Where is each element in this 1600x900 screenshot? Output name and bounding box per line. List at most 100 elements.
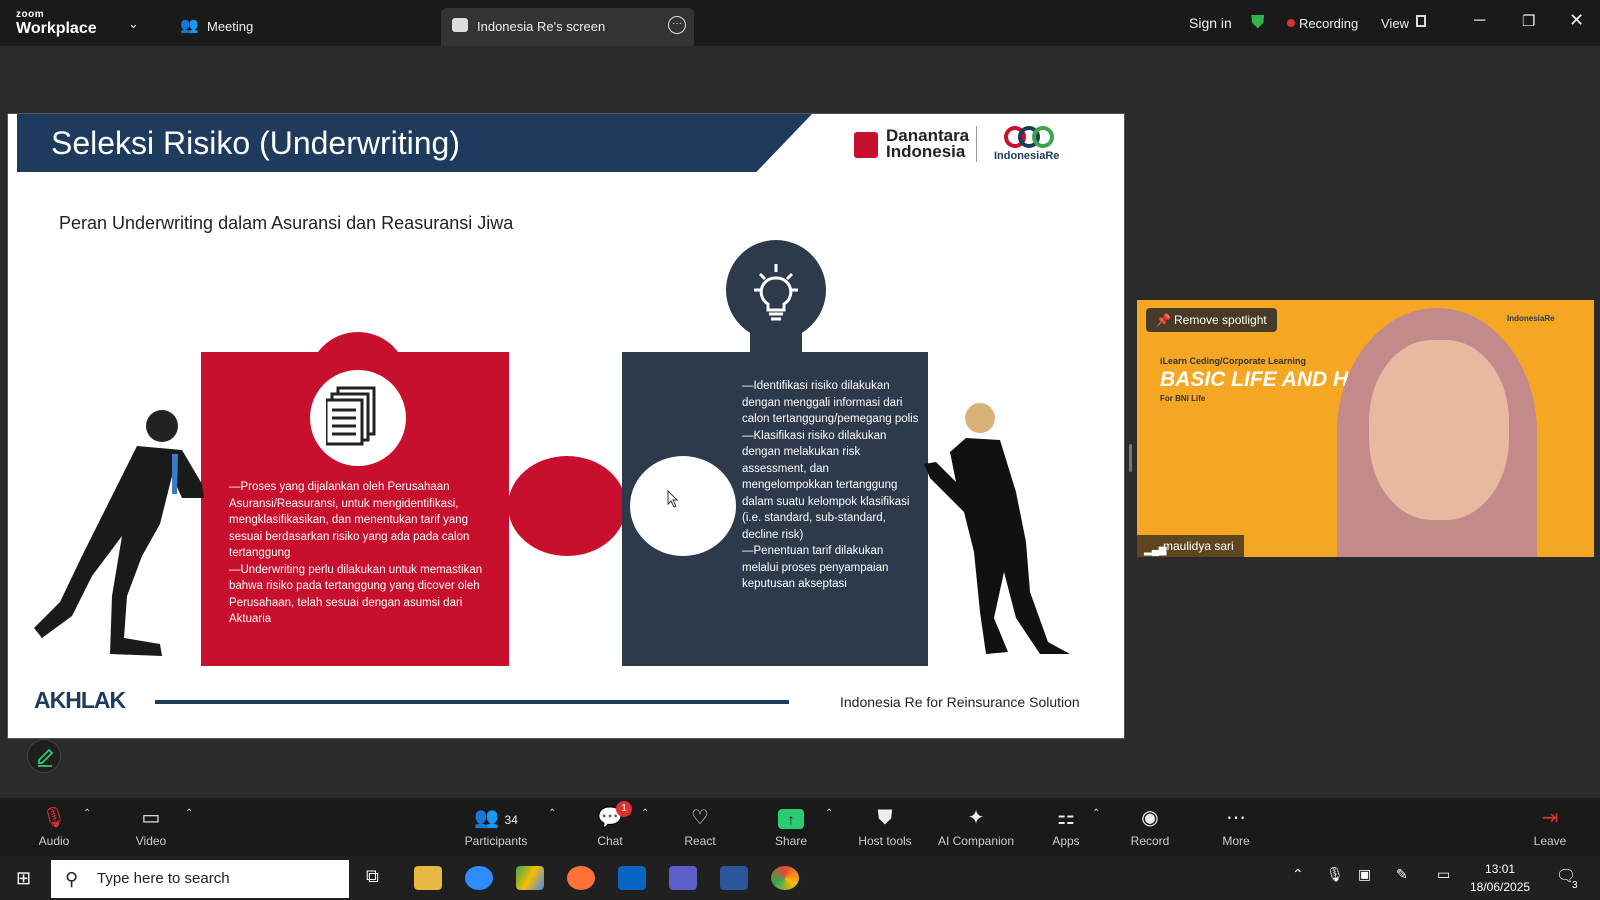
- tray-mic-icon[interactable]: 🎙: [1326, 866, 1344, 883]
- participants-button[interactable]: 👥 34 Participants: [456, 804, 536, 848]
- signal-bars-icon: ▂▄▆: [1144, 545, 1167, 556]
- businesswoman-pushing-figure: [924, 403, 1070, 654]
- share-screen-icon: ↑: [751, 804, 831, 832]
- record-button[interactable]: ◉ Record: [1110, 804, 1190, 848]
- chat-options-chevron-icon[interactable]: ⌃: [641, 808, 649, 819]
- windows-start-icon[interactable]: ⊞: [16, 868, 31, 889]
- tab-options-icon[interactable]: ···: [668, 16, 686, 34]
- shield-icon: ⛊: [877, 807, 893, 829]
- more-dots-icon: ⋯: [1226, 807, 1246, 829]
- tray-keyboard-icon[interactable]: ▭: [1437, 866, 1450, 883]
- title-bar: zoom Workplace ⌄ 👥 Meeting Indonesia Re'…: [0, 0, 1600, 46]
- react-button[interactable]: ♡ React: [660, 804, 740, 848]
- screen-icon: [452, 18, 468, 32]
- taskbar-clock[interactable]: 13:01 18/06/2025: [1470, 860, 1530, 896]
- tray-pen-icon[interactable]: ✎: [1396, 866, 1408, 883]
- leave-button[interactable]: ⇥ Leave: [1510, 804, 1590, 848]
- audio-button[interactable]: 🎙 Audio: [14, 804, 94, 848]
- recording-indicator[interactable]: Recording: [1299, 16, 1358, 31]
- danantara-logo-mark: [854, 132, 878, 158]
- search-placeholder: Type here to search: [97, 870, 230, 887]
- indonesiare-brand: IndonesiaRe: [994, 150, 1060, 162]
- close-icon[interactable]: ✕: [1569, 10, 1584, 31]
- chat-icon: 💬: [597, 807, 623, 829]
- speaker-face: [1369, 340, 1509, 520]
- firefox-icon[interactable]: [567, 866, 595, 890]
- brand-separator: [976, 126, 977, 162]
- participant-name: maulidya sari: [1163, 539, 1234, 553]
- sign-in-button[interactable]: Sign in: [1189, 15, 1232, 31]
- slide-header-band: Seleksi Risiko (Underwriting): [17, 114, 812, 172]
- search-icon: ⚲: [65, 869, 79, 889]
- screen-share-tab-label: Indonesia Re's screen: [477, 19, 606, 34]
- word-icon[interactable]: [720, 866, 748, 890]
- slate-puzzle-neck: [750, 320, 802, 360]
- clock-date: 18/06/2025: [1470, 880, 1531, 894]
- chat-unread-badge: 1: [616, 801, 632, 817]
- panel-resize-handle[interactable]: [1129, 444, 1132, 472]
- audio-options-chevron-icon[interactable]: ⌃: [83, 808, 91, 819]
- participants-icon: 👥 34: [474, 807, 518, 829]
- red-puzzle-knob: [508, 456, 626, 556]
- ai-companion-button[interactable]: ✦ AI Companion: [931, 804, 1021, 848]
- video-options-chevron-icon[interactable]: ⌃: [185, 808, 193, 819]
- chat-button[interactable]: 💬 Chat 1: [570, 801, 650, 848]
- screen-share-tab[interactable]: Indonesia Re's screen ···: [441, 8, 694, 46]
- pencil-icon: [38, 748, 54, 767]
- meeting-toolbar: 🎙 Audio ⌃ ▭ Video ⌃ 👥 34 Participants ⌃ …: [0, 798, 1600, 856]
- ai-companion-label: AI Companion: [937, 834, 1015, 848]
- participants-options-chevron-icon[interactable]: ⌃: [548, 808, 556, 819]
- speaker-video-tile[interactable]: iLearn Ceding/Corporate Learning BASIC L…: [1137, 300, 1594, 557]
- task-view-icon[interactable]: ⧉: [366, 866, 379, 887]
- participants-count: 34: [504, 813, 518, 827]
- teams-icon[interactable]: [669, 866, 697, 890]
- tray-chevron-icon[interactable]: ⌃: [1292, 866, 1304, 883]
- share-label: Share: [774, 834, 808, 848]
- host-tools-label: Host tools: [858, 834, 912, 848]
- view-button[interactable]: View: [1381, 16, 1409, 31]
- zoom-app-icon[interactable]: [465, 866, 493, 890]
- minimize-icon[interactable]: ─: [1474, 12, 1485, 30]
- muted-mic-icon: 🎙: [41, 807, 67, 829]
- record-icon: ◉: [1141, 807, 1159, 829]
- recording-dot-icon: [1287, 19, 1295, 27]
- lightbulb-icon: [754, 264, 798, 321]
- notification-count: 3: [1572, 880, 1578, 891]
- app-menu-chevron-icon[interactable]: ⌄: [128, 16, 139, 32]
- host-tools-button[interactable]: ⛊ Host tools: [845, 804, 925, 848]
- google-drive-icon[interactable]: [516, 866, 544, 890]
- participant-name-tag: ▂▄▆ maulidya sari: [1137, 535, 1244, 557]
- react-label: React: [684, 834, 716, 848]
- zoom-logo-bottom: Workplace: [16, 20, 97, 37]
- video-bg-line-1: iLearn Ceding/Corporate Learning: [1160, 356, 1307, 366]
- video-bg-line-3: For BNI Life: [1160, 394, 1206, 403]
- slide-subtitle: Peran Underwriting dalam Asuransi dan Re…: [59, 213, 514, 233]
- akhlak-logo: AKHLAK: [34, 687, 126, 713]
- clock-time: 13:01: [1485, 862, 1516, 876]
- security-shield-icon[interactable]: ⛊: [1251, 12, 1265, 33]
- share-button[interactable]: ↑ Share: [751, 804, 831, 848]
- more-button[interactable]: ⋯ More: [1196, 804, 1276, 848]
- meeting-icon: 👥: [180, 17, 199, 34]
- camera-icon: ▭: [141, 807, 161, 829]
- underwriting-definition-text: —Proses yang dijalankan oleh Perusahaan …: [229, 481, 483, 625]
- zoom-logo-top: zoom: [16, 9, 45, 20]
- remove-spotlight-button[interactable]: 📌 Remove spotlight: [1146, 308, 1277, 332]
- heart-icon: ♡: [691, 807, 709, 829]
- video-label: Video: [135, 834, 167, 848]
- meeting-tab-label[interactable]: Meeting: [207, 19, 253, 34]
- maximize-icon[interactable]: ❐: [1522, 12, 1535, 30]
- outlook-icon[interactable]: [618, 866, 646, 890]
- apps-options-chevron-icon[interactable]: ⌃: [1092, 808, 1100, 819]
- taskbar-search-input[interactable]: ⚲ Type here to search: [51, 860, 349, 898]
- video-button[interactable]: ▭ Video: [111, 804, 191, 848]
- businessman-pushing-figure: [34, 410, 204, 656]
- brand-line-2: Indonesia: [886, 142, 966, 161]
- share-options-chevron-icon[interactable]: ⌃: [825, 808, 833, 819]
- file-explorer-icon[interactable]: [414, 866, 442, 890]
- chrome-icon[interactable]: [771, 866, 799, 890]
- tray-network-icon[interactable]: ▣: [1358, 866, 1371, 883]
- leave-label: Leave: [1533, 834, 1567, 848]
- apps-label: Apps: [1052, 834, 1080, 848]
- annotate-pen-button[interactable]: [27, 739, 61, 773]
